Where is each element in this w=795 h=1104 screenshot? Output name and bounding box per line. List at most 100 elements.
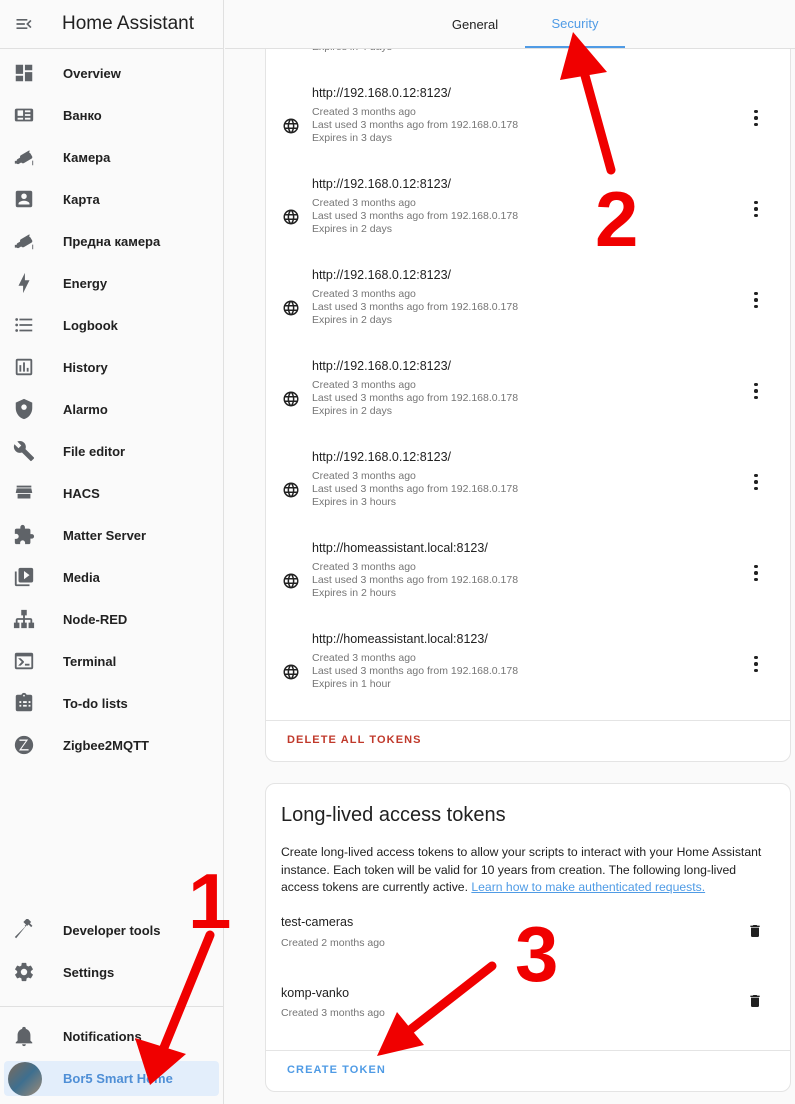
web-globe-icon (283, 209, 299, 225)
web-globe-icon (283, 118, 299, 134)
sidebar-item-label: Logbook (63, 317, 118, 333)
sidebar-header: Home Assistant (0, 0, 223, 49)
sidebar-item-node-red[interactable]: Node-RED (4, 599, 219, 639)
sidebar-item-камера[interactable]: Камера (4, 137, 219, 177)
tab-security[interactable]: Security (525, 0, 625, 48)
play-box-icon (4, 557, 44, 597)
token-expires: Expires in 2 hours (312, 587, 397, 599)
token-expires: Expires in 2 days (312, 223, 392, 235)
sidebar-item-logbook[interactable]: Logbook (4, 305, 219, 345)
web-globe-icon (283, 573, 299, 589)
sidebar-item-label: HACS (63, 485, 100, 501)
sidebar-item-label: Zigbee2MQTT (63, 737, 149, 753)
shield-icon (4, 389, 44, 429)
token-client-url: http://homeassistant.local:8123/ (312, 632, 488, 646)
refresh-token-row: http://homeassistant.local:8123/Created … (266, 541, 790, 632)
refresh-token-row: http://homeassistant.local:8123/Created … (266, 632, 790, 723)
sidebar-item-ванко[interactable]: Ванко (4, 95, 219, 135)
annotation-number-3: 3 (515, 910, 559, 998)
delete-icon[interactable] (747, 992, 763, 1010)
refresh-token-row: http://192.168.0.12:8123/Created 3 month… (266, 359, 790, 450)
token-client-url: http://192.168.0.12:8123/ (312, 268, 452, 282)
sidebar-item-terminal[interactable]: Terminal (4, 641, 219, 681)
wrench-icon (4, 431, 44, 471)
sidebar-item-notifications[interactable]: Notifications (4, 1016, 219, 1056)
sidebar-item-settings[interactable]: Settings (4, 952, 219, 992)
delete-all-tokens-button[interactable]: DELETE ALL TOKENS (287, 734, 422, 746)
tab-general[interactable]: General (425, 0, 525, 48)
learn-authenticated-requests-link[interactable]: Learn how to make authenticated requests… (471, 880, 705, 894)
lightning-icon (4, 263, 44, 303)
sidebar-item-label: Media (63, 569, 100, 585)
sidebar-item-media[interactable]: Media (4, 557, 219, 597)
list-icon (4, 305, 44, 345)
refresh-token-row: http://192.168.0.12:8123/Created 3 month… (266, 177, 790, 268)
delete-icon[interactable] (747, 922, 763, 940)
sidebar-user-profile[interactable]: Bor5 Smart Home (4, 1061, 219, 1096)
sidebar-item-label: Предна камера (63, 233, 161, 249)
token-expires: Expires in 2 days (312, 405, 392, 417)
sidebar-item-matter-server[interactable]: Matter Server (4, 515, 219, 555)
token-last-used: Last used 3 months ago from 192.168.0.17… (312, 210, 519, 222)
sidebar-item-overview[interactable]: Overview (4, 53, 219, 93)
sidebar-item-to-do-lists[interactable]: To-do lists (4, 683, 219, 723)
web-globe-icon (283, 482, 299, 498)
more-options-icon[interactable] (746, 561, 766, 585)
more-options-icon[interactable] (746, 379, 766, 403)
chart-box-icon (4, 347, 44, 387)
token-client-url: http://192.168.0.12:8123/ (312, 359, 452, 373)
card-icon (4, 95, 44, 135)
token-name: komp-vanko (281, 986, 350, 1000)
more-options-icon[interactable] (746, 288, 766, 312)
token-last-used: Last used 3 months ago from 192.168.0.17… (312, 665, 519, 677)
token-created: Created 3 months ago (312, 288, 416, 300)
sidebar-item-hacs[interactable]: HACS (4, 473, 219, 513)
sidebar-item-карта[interactable]: Карта (4, 179, 219, 219)
web-globe-icon (283, 664, 299, 680)
token-created: Created 3 months ago (312, 561, 416, 573)
app-title: Home Assistant (62, 13, 194, 34)
sidebar-item-label: Камера (63, 149, 111, 165)
sidebar-item-label: To-do lists (63, 695, 128, 711)
sidebar-item-alarmo[interactable]: Alarmo (4, 389, 219, 429)
dashboard-icon (4, 53, 44, 93)
clipboard-list-icon (4, 683, 44, 723)
more-options-icon[interactable] (746, 197, 766, 221)
sidebar-item-file-editor[interactable]: File editor (4, 431, 219, 471)
sidebar-item-label: Overview (63, 65, 121, 81)
sidebar-item-energy[interactable]: Energy (4, 263, 219, 303)
sidebar-item-history[interactable]: History (4, 347, 219, 387)
token-last-used: Last used 3 months ago from 192.168.0.17… (312, 119, 519, 131)
sidebar-item-developer-tools[interactable]: Developer tools (4, 910, 219, 950)
sidebar-item-label: Settings (63, 964, 115, 980)
menu-toggle-button[interactable] (0, 0, 48, 48)
long-lived-title: Long-lived access tokens (281, 804, 506, 826)
token-created: Created 3 months ago (281, 1007, 385, 1019)
sidebar-item-zigbee2mqtt[interactable]: Zigbee2MQTT (4, 725, 219, 765)
gear-icon (4, 952, 44, 992)
sidebar-item-предна-камера[interactable]: Предна камера (4, 221, 219, 261)
avatar (8, 1061, 42, 1096)
sidebar-item-label: Ванко (63, 107, 102, 123)
sidebar-item-label: Карта (63, 191, 100, 207)
hammer-icon (4, 910, 44, 950)
token-expires: Expires in 3 hours (312, 496, 397, 508)
top-tab-bar: General Security (225, 0, 795, 49)
create-token-button[interactable]: CREATE TOKEN (287, 1064, 386, 1076)
token-created: Created 2 months ago (281, 937, 385, 949)
sidebar-item-label: Developer tools (63, 922, 161, 938)
sitemap-icon (4, 599, 44, 639)
refresh-token-row: http://192.168.0.12:8123/Created 3 month… (266, 450, 790, 541)
more-options-icon[interactable] (746, 470, 766, 494)
sidebar-item-label: Node-RED (63, 611, 128, 627)
token-last-used: Last used 3 months ago from 192.168.0.17… (312, 483, 519, 495)
more-options-icon[interactable] (746, 652, 766, 676)
more-options-icon[interactable] (746, 106, 766, 130)
menu-open-icon (16, 19, 32, 29)
token-client-url: http://192.168.0.12:8123/ (312, 86, 452, 100)
sidebar-item-label: Energy (63, 275, 108, 291)
token-created: Created 3 months ago (312, 470, 416, 482)
web-globe-icon (283, 300, 299, 316)
refresh-tokens-footer: DELETE ALL TOKENS (266, 720, 790, 761)
cctv-icon (4, 137, 44, 177)
